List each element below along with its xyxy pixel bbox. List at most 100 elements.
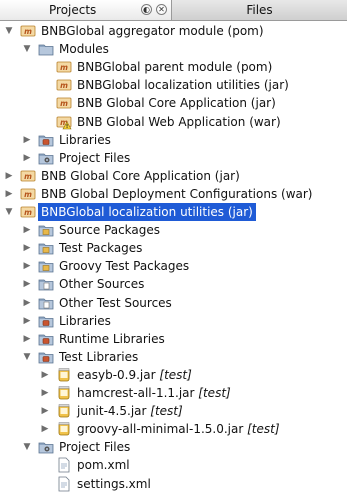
tree-item-label: BNB Global Core Application (jar) — [77, 94, 276, 112]
expand-arrow-icon[interactable]: ▼ — [22, 40, 32, 58]
scope-tag: [test] — [198, 386, 231, 400]
tab-projects-label: Projects — [49, 3, 97, 17]
expand-arrow-icon[interactable]: ▼ — [22, 438, 32, 456]
collapse-arrow-icon[interactable]: ▶ — [40, 420, 50, 438]
expand-arrow-icon[interactable]: ▼ — [4, 203, 14, 221]
tree-item-label: Libraries — [59, 312, 111, 330]
tree-item-label: groovy-all-minimal-1.5.0.jar [test] — [77, 420, 280, 438]
tree-row[interactable]: ▶ Project Files — [0, 149, 347, 167]
collapse-arrow-icon[interactable]: ▶ — [22, 257, 32, 275]
maven-project-icon: m — [20, 168, 36, 184]
collapse-arrow-icon[interactable]: ▶ — [22, 294, 32, 312]
tree-row[interactable]: ▶ m BNB Global Core Application (jar) — [0, 167, 347, 185]
collapse-arrow-icon[interactable]: ▶ — [22, 149, 32, 167]
tree-item-text: junit-4.5.jar — [77, 404, 147, 419]
tree-row[interactable]: ▶ Source Packages — [0, 221, 347, 239]
tree-item-label: pom.xml — [77, 456, 130, 474]
tree-item-text: Libraries — [59, 132, 111, 147]
xml-file-icon — [56, 476, 72, 492]
tab-files[interactable]: Files — [172, 0, 347, 20]
collapse-arrow-icon[interactable]: ▶ — [22, 131, 32, 149]
expand-arrow-icon[interactable]: ▼ — [22, 348, 32, 366]
tree-row[interactable]: ▶ Groovy Test Packages — [0, 257, 347, 275]
collapse-arrow-icon[interactable]: ▶ — [40, 366, 50, 384]
collapse-arrow-icon[interactable]: ▶ — [22, 239, 32, 257]
tree-item-label: Other Test Sources — [59, 294, 172, 312]
tree-item-text: BNBGlobal parent module (pom) — [77, 60, 273, 75]
tree-row[interactable]: ▶ Test Packages — [0, 239, 347, 257]
collapse-arrow-icon[interactable]: ▶ — [4, 185, 14, 203]
tree-row[interactable]: ▼ Modules — [0, 40, 347, 58]
svg-text:m: m — [60, 63, 68, 72]
tree-item-text: Test Packages — [59, 241, 143, 256]
package-folder-icon — [38, 222, 54, 238]
tree-row[interactable]: ▶ Runtime Libraries — [0, 330, 347, 348]
collapse-arrow-icon[interactable]: ▶ — [22, 221, 32, 239]
tree-item-label: easyb-0.9.jar [test] — [77, 366, 192, 384]
tree-item-label: Test Libraries — [59, 348, 138, 366]
maven-project-warning-icon: m — [56, 114, 72, 130]
tree-row[interactable]: ▼ Test Libraries — [0, 348, 347, 366]
tree-row[interactable]: ▶ Libraries — [0, 131, 347, 149]
tree-row[interactable]: m BNB Global Core Application (jar) — [0, 94, 347, 112]
tree-item-text: Runtime Libraries — [59, 331, 165, 346]
tree-item-label: Other Sources — [59, 275, 144, 293]
maven-project-icon: m — [20, 186, 36, 202]
collapse-arrow-icon[interactable]: ▶ — [40, 384, 50, 402]
tree-row[interactable]: pom.xml — [0, 456, 347, 474]
tree-item-label: Runtime Libraries — [59, 330, 165, 348]
tree-item-text: BNB Global Deployment Configurations (wa… — [41, 186, 313, 201]
tab-projects[interactable]: Projects ◐ ✕ — [0, 0, 172, 20]
maven-project-icon: m — [20, 23, 36, 39]
libraries-folder-icon — [38, 132, 54, 148]
collapse-arrow-icon[interactable]: ▶ — [4, 167, 14, 185]
tree-row[interactable]: ▼ m BNBGlobal localization utilities (ja… — [0, 203, 347, 221]
collapse-arrow-icon[interactable]: ▶ — [22, 275, 32, 293]
tree-row[interactable]: settings.xml — [0, 475, 347, 493]
expand-arrow-icon[interactable]: ▼ — [4, 22, 14, 40]
jar-icon — [56, 385, 72, 401]
tree-item-text: Other Sources — [59, 277, 145, 292]
maven-project-icon: m — [56, 77, 72, 93]
minimize-window-icon[interactable]: ◐ — [141, 4, 152, 15]
tree-item-text: BNB Global Web Application (war) — [77, 114, 281, 129]
package-folder-icon — [38, 258, 54, 274]
tree-item-text: BNB Global Core Application (jar) — [41, 168, 240, 183]
tree-item-label: BNBGlobal localization utilities (jar) — [77, 76, 289, 94]
tree-item-text: Other Test Sources — [59, 295, 172, 310]
tree-row[interactable]: m BNBGlobal parent module (pom) — [0, 58, 347, 76]
tree-row[interactable]: ▶ Libraries — [0, 312, 347, 330]
tab-files-label: Files — [246, 3, 273, 17]
tree-item-label: Modules — [59, 40, 109, 58]
tab-bar: Projects ◐ ✕ Files — [0, 0, 347, 21]
jar-icon — [56, 421, 72, 437]
tree-row[interactable]: ▶ groovy-all-minimal-1.5.0.jar [test] — [0, 420, 347, 438]
tree-row[interactable]: m BNB Global Web Application (war) — [0, 113, 347, 131]
tree-row[interactable]: ▶ hamcrest-all-1.1.jar [test] — [0, 384, 347, 402]
tree-row[interactable]: ▶ Other Sources — [0, 275, 347, 293]
collapse-arrow-icon[interactable]: ▶ — [22, 330, 32, 348]
sources-folder-icon — [38, 276, 54, 292]
tree-item-text: BNBGlobal localization utilities (jar) — [77, 78, 289, 93]
tree-item-label: BNBGlobal localization utilities (jar) — [38, 203, 256, 221]
collapse-arrow-icon[interactable]: ▶ — [40, 402, 50, 420]
tree-row[interactable]: m BNBGlobal localization utilities (jar) — [0, 76, 347, 94]
tree-item-label: BNB Global Core Application (jar) — [41, 167, 240, 185]
scope-tag: [test] — [159, 367, 192, 382]
tree-item-label: BNBGlobal parent module (pom) — [77, 58, 272, 76]
scope-tag: [test] — [150, 404, 183, 419]
tree-row[interactable]: ▶ easyb-0.9.jar [test] — [0, 366, 347, 384]
tree-item-text: BNBGlobal localization utilities (jar) — [41, 205, 253, 219]
collapse-arrow-icon[interactable]: ▶ — [22, 312, 32, 330]
tree-item-label: Project Files — [59, 438, 130, 456]
tree-row[interactable]: ▼ m BNBGlobal aggregator module (pom) — [0, 22, 347, 40]
tree-row[interactable]: ▶ junit-4.5.jar [test] — [0, 402, 347, 420]
close-tab-icon[interactable]: ✕ — [156, 4, 167, 15]
tree-item-text: Modules — [59, 42, 109, 57]
tree-item-label: junit-4.5.jar [test] — [77, 402, 183, 420]
maven-project-icon: m — [56, 95, 72, 111]
tree-row[interactable]: ▶ m BNB Global Deployment Configurations… — [0, 185, 347, 203]
tree-row[interactable]: ▼ Project Files — [0, 438, 347, 456]
tree-row[interactable]: ▶ Other Test Sources — [0, 294, 347, 312]
maven-project-icon: m — [20, 204, 36, 220]
